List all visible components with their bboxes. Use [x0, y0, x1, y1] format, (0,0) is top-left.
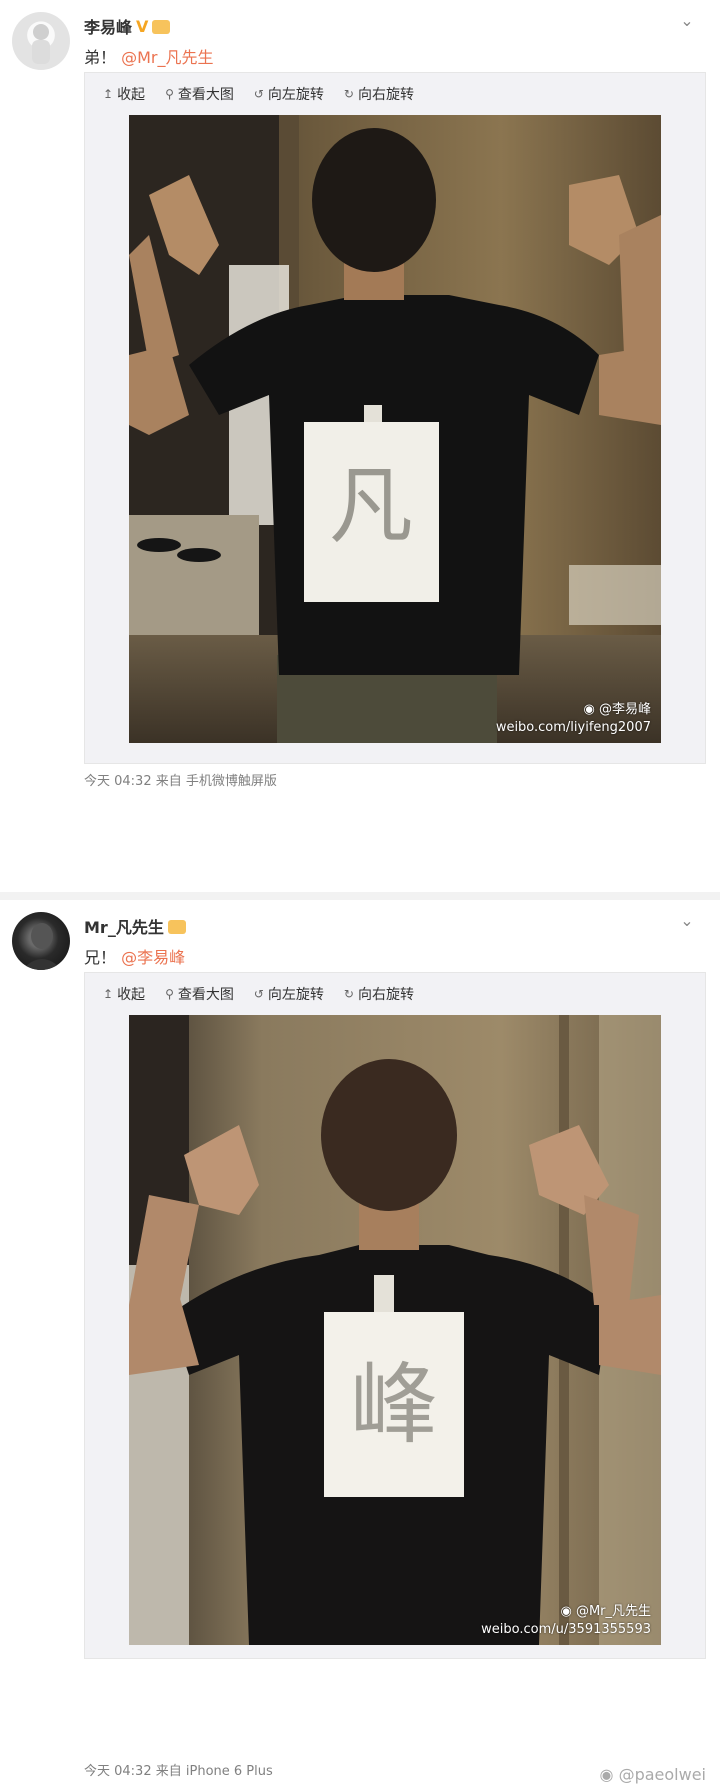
view-large-button[interactable]: ⚲ 查看大图: [165, 984, 234, 1004]
weibo-post-1: 李易峰 V ⌄ 弟！ @Mr_凡先生 ↥ 收起 ⚲ 查看大图 ↺ 向左旋转 ↻ …: [0, 0, 720, 900]
media-panel: ↥ 收起 ⚲ 查看大图 ↺ 向左旋转 ↻ 向右旋转: [84, 972, 706, 1659]
rotate-right-icon: ↻: [343, 987, 354, 1001]
timestamp[interactable]: 今天 04:32: [84, 1764, 152, 1779]
post-source[interactable]: 来自 手机微博触屏版: [156, 774, 277, 789]
avatar-portrait-icon: [22, 923, 62, 970]
author-name-text[interactable]: Mr_凡先生: [84, 914, 164, 938]
photo-scene: 凡: [129, 115, 661, 743]
post-text: 兄！ @李易峰: [84, 944, 185, 968]
post-separator: [0, 892, 720, 900]
verified-badge-icon: V: [136, 16, 149, 36]
rotate-left-label: 向左旋转: [267, 87, 324, 103]
post-source[interactable]: 来自 iPhone 6 Plus: [156, 1764, 273, 1779]
view-large-label: 查看大图: [177, 87, 234, 103]
rotate-right-button[interactable]: ↻ 向右旋转: [344, 984, 414, 1004]
collapse-icon: ↥: [103, 87, 114, 101]
author-name[interactable]: Mr_凡先生: [84, 914, 186, 938]
mention-link[interactable]: @李易峰: [121, 948, 185, 967]
post-meta: 今天 04:32 来自 iPhone 6 Plus: [84, 1760, 273, 1779]
avatar[interactable]: [12, 912, 70, 970]
avatar[interactable]: [12, 12, 70, 70]
photo-watermark: ◉ @李易峰 weibo.com/liyifeng2007: [496, 701, 651, 737]
zoom-icon: ⚲: [165, 87, 174, 101]
collapse-button[interactable]: ↥ 收起: [103, 984, 145, 1004]
media-toolbar: ↥ 收起 ⚲ 查看大图 ↺ 向左旋转 ↻ 向右旋转: [85, 973, 705, 1015]
collapse-button[interactable]: ↥ 收起: [103, 84, 145, 104]
member-badge-icon: [167, 920, 186, 934]
author-name[interactable]: 李易峰 V: [84, 14, 171, 38]
watermark-url: weibo.com/u/3591355593: [481, 1622, 651, 1637]
post-meta: 今天 04:32 来自 手机微博触屏版: [84, 770, 277, 789]
rotate-left-icon: ↺: [253, 87, 264, 101]
paper-glyph: 凡: [329, 457, 413, 555]
view-large-button[interactable]: ⚲ 查看大图: [165, 84, 234, 104]
post-text: 弟！ @Mr_凡先生: [84, 44, 214, 68]
rotate-right-label: 向右旋转: [357, 87, 414, 103]
weibo-post-2: Mr_凡先生 ⌄ 兄！ @李易峰 ↥ 收起 ⚲ 查看大图 ↺ 向左旋转 ↻ 向右…: [0, 900, 720, 1790]
media-toolbar: ↥ 收起 ⚲ 查看大图 ↺ 向左旋转 ↻ 向右旋转: [85, 73, 705, 115]
member-badge-icon: [152, 20, 171, 34]
rotate-left-label: 向左旋转: [267, 987, 324, 1003]
rotate-left-icon: ↺: [253, 987, 264, 1001]
weibo-logo-icon: ◉: [599, 1765, 614, 1784]
rotate-left-button[interactable]: ↺ 向左旋转: [254, 984, 324, 1004]
timestamp[interactable]: 今天 04:32: [84, 774, 152, 789]
watermark-url: weibo.com/liyifeng2007: [495, 720, 651, 735]
collapse-label: 收起: [117, 987, 146, 1003]
post-photo[interactable]: 峰 ◉ @Mr_凡先生 weibo.com/u/3591355593: [129, 1015, 661, 1645]
weibo-logo-icon: ◉: [560, 1604, 572, 1619]
photo-scene: 峰: [129, 1015, 661, 1645]
chevron-down-icon[interactable]: ⌄: [678, 12, 696, 30]
post-text-prefix: 弟！: [84, 48, 117, 67]
chevron-down-icon[interactable]: ⌄: [678, 912, 696, 930]
corner-watermark: ◉ @paeolwei: [600, 1765, 706, 1784]
corner-watermark-text: @paeolwei: [618, 1765, 706, 1784]
mention-link[interactable]: @Mr_凡先生: [121, 48, 213, 67]
weibo-logo-icon: ◉: [583, 702, 595, 717]
zoom-icon: ⚲: [165, 987, 174, 1001]
rotate-right-button[interactable]: ↻ 向右旋转: [344, 84, 414, 104]
rotate-right-icon: ↻: [343, 87, 354, 101]
photo-watermark: ◉ @Mr_凡先生 weibo.com/u/3591355593: [481, 1603, 651, 1639]
watermark-handle: @Mr_凡先生: [575, 1604, 651, 1619]
post-photo[interactable]: 凡 ◉ @李易峰 weibo.com/liyifeng2007: [129, 115, 661, 743]
view-large-label: 查看大图: [177, 987, 234, 1003]
author-name-text[interactable]: 李易峰: [84, 14, 132, 38]
media-panel: ↥ 收起 ⚲ 查看大图 ↺ 向左旋转 ↻ 向右旋转: [84, 72, 706, 764]
avatar-figure-icon: [32, 24, 50, 64]
collapse-icon: ↥: [103, 987, 114, 1001]
paper-glyph: 峰: [350, 1353, 438, 1456]
watermark-handle: @李易峰: [598, 702, 651, 717]
post-text-prefix: 兄！: [84, 948, 117, 967]
rotate-right-label: 向右旋转: [357, 987, 414, 1003]
collapse-label: 收起: [117, 87, 146, 103]
rotate-left-button[interactable]: ↺ 向左旋转: [254, 84, 324, 104]
